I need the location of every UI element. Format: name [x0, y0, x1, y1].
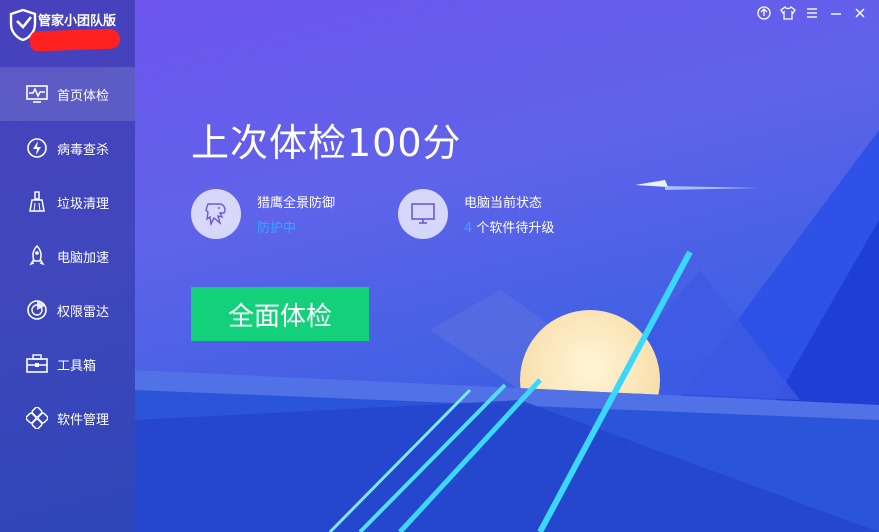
lightning-shield-icon — [26, 137, 48, 159]
sidebar-item-label: 病毒查杀 — [57, 142, 110, 158]
redacted-account-name — [29, 28, 121, 52]
sidebar-item-label: 电脑加速 — [57, 250, 110, 266]
menu-icon[interactable] — [803, 4, 821, 22]
pc-status-title: 电脑当前状态 — [464, 196, 543, 211]
monitor-icon — [398, 189, 448, 239]
brand-title: 管家小团队版 — [38, 14, 117, 29]
radar-icon — [26, 299, 48, 321]
brand: 管家小团队版 — [8, 8, 133, 56]
update-count: 4 — [464, 221, 473, 236]
sidebar-item-virus-scan[interactable]: 病毒查杀 — [0, 121, 135, 175]
close-icon[interactable] — [851, 4, 869, 22]
sidebar: 管家小团队版 首页体检 病毒查杀 垃圾清理 电脑加速 权限雷达 工具箱 软件管理 — [0, 0, 135, 532]
sidebar-item-speed-up[interactable]: 电脑加速 — [0, 229, 135, 283]
pc-status-detail[interactable]: 4 个软件待升级 — [464, 217, 554, 236]
sidebar-item-home-checkup[interactable]: 首页体检 — [0, 67, 135, 121]
sidebar-item-label: 首页体检 — [57, 88, 110, 104]
sidebar-item-permission-radar[interactable]: 权限雷达 — [0, 283, 135, 337]
sidebar-item-label: 垃圾清理 — [57, 196, 110, 212]
toolbox-icon — [26, 353, 48, 375]
sidebar-item-label: 工具箱 — [57, 358, 97, 374]
eagle-icon — [191, 189, 241, 239]
protection-status-card: 猎鹰全景防御 防护中 — [191, 189, 335, 239]
upload-icon[interactable] — [755, 4, 773, 22]
sidebar-item-label: 软件管理 — [57, 412, 110, 428]
broom-icon — [26, 191, 48, 213]
sidebar-nav: 首页体检 病毒查杀 垃圾清理 电脑加速 权限雷达 工具箱 软件管理 — [0, 67, 135, 445]
update-suffix: 个软件待升级 — [476, 221, 555, 236]
window-controls — [755, 4, 869, 22]
skin-icon[interactable] — [779, 4, 797, 22]
apps-icon — [26, 407, 48, 429]
monitor-pulse-icon — [26, 83, 48, 105]
full-scan-button[interactable]: 全面体检 — [191, 287, 369, 341]
sidebar-item-software-manager[interactable]: 软件管理 — [0, 391, 135, 445]
page-title: 上次体检100分 — [191, 121, 462, 165]
rocket-icon — [26, 245, 48, 267]
protection-status: 防护中 — [257, 221, 297, 236]
protection-title: 猎鹰全景防御 — [257, 196, 336, 211]
sidebar-item-junk-clean[interactable]: 垃圾清理 — [0, 175, 135, 229]
sidebar-item-label: 权限雷达 — [57, 304, 110, 320]
minimize-icon[interactable] — [827, 4, 845, 22]
sidebar-item-toolbox[interactable]: 工具箱 — [0, 337, 135, 391]
pc-status-card: 电脑当前状态 4 个软件待升级 — [398, 189, 554, 239]
